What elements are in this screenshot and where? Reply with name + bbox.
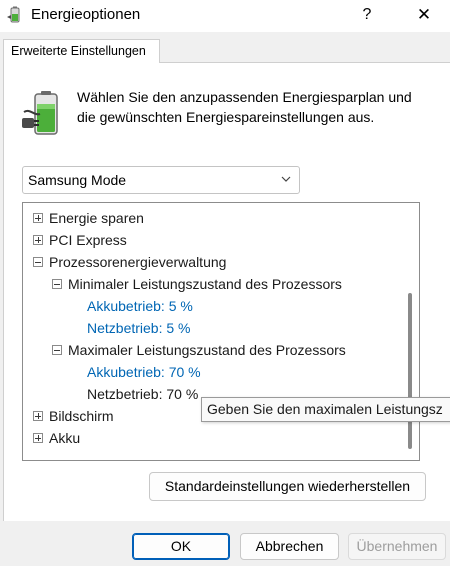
description-text: Wählen Sie den anzupassenden Energiespar… [77, 88, 447, 127]
collapse-minus-icon[interactable] [52, 279, 62, 289]
tree-item-min-battery[interactable]: Akkubetrieb: 5 % [87, 296, 193, 316]
tree-item-energie-sparen[interactable]: Energie sparen [49, 208, 144, 228]
expand-plus-icon[interactable] [33, 433, 43, 443]
energy-options-app-icon [7, 6, 20, 23]
description-line-2: die gewünschten Energiespareinstellungen… [77, 108, 375, 125]
tree-item-max-processor-state[interactable]: Maximaler Leistungszustand des Prozessor… [68, 340, 346, 360]
cancel-button[interactable]: Abbrechen [240, 533, 339, 560]
tree-scrollbar-thumb[interactable] [408, 293, 412, 449]
apply-button[interactable]: Übernehmen [348, 533, 446, 560]
tree-item-max-battery[interactable]: Akkubetrieb: 70 % [87, 362, 201, 382]
collapse-minus-icon[interactable] [33, 257, 43, 267]
description-line-1: Wählen Sie den anzupassenden Energiespar… [77, 89, 412, 105]
expand-plus-icon[interactable] [33, 235, 43, 245]
tree-item-akku[interactable]: Akku [49, 428, 80, 448]
tree-item-pci-express[interactable]: PCI Express [49, 230, 127, 250]
tree-item-max-ac[interactable]: Netzbetrieb: 70 % [87, 384, 198, 404]
close-button[interactable]: ✕ [406, 2, 442, 28]
tab-advanced-settings[interactable]: Erweiterte Einstellungen [3, 39, 160, 63]
tree-item-bildschirm[interactable]: Bildschirm [49, 406, 114, 426]
settings-tree[interactable]: Energie sparen PCI Express Prozessorener… [22, 202, 420, 461]
tree-item-min-processor-state[interactable]: Minimaler Leistungszustand des Prozessor… [68, 274, 342, 294]
ok-button[interactable]: OK [132, 533, 230, 560]
restore-defaults-button[interactable]: Standardeinstellungen wiederherstellen [149, 472, 426, 501]
window-title: Energieoptionen [31, 6, 141, 23]
expand-plus-icon[interactable] [33, 213, 43, 223]
tree-item-min-ac[interactable]: Netzbetrieb: 5 % [87, 318, 191, 338]
battery-plug-icon [22, 91, 58, 135]
power-plan-value: Samsung Mode [28, 172, 127, 188]
tooltip: Geben Sie den maximalen Leistungsz [201, 397, 450, 422]
power-plan-dropdown[interactable]: Samsung Mode [22, 166, 300, 194]
chevron-down-icon [281, 176, 291, 182]
help-button[interactable]: ? [352, 2, 382, 28]
title-bar: Energieoptionen ? ✕ [0, 0, 450, 32]
tree-item-prozessorenergieverwaltung[interactable]: Prozessorenergieverwaltung [49, 252, 226, 272]
expand-plus-icon[interactable] [33, 411, 43, 421]
collapse-minus-icon[interactable] [52, 345, 62, 355]
